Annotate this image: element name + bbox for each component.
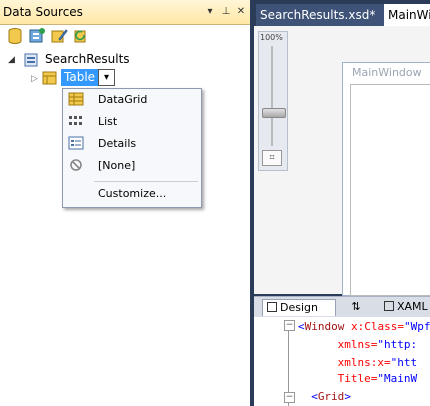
xaml-token: Window <box>304 320 345 333</box>
zoom-thumb[interactable] <box>262 108 286 118</box>
xaml-token: "htt <box>390 356 418 369</box>
design-icon <box>267 302 277 312</box>
zoom-track[interactable] <box>271 46 273 146</box>
xaml-tab-label: XAML <box>397 300 428 313</box>
collapse-icon[interactable]: − <box>284 320 295 331</box>
swap-panes-button[interactable]: ⇅ <box>346 299 366 315</box>
database-icon[interactable] <box>6 27 24 45</box>
design-tab-label: Design <box>280 301 318 314</box>
menu-item-none[interactable]: [None] <box>64 155 198 176</box>
window-content-area[interactable] <box>350 84 430 296</box>
xaml-token: x:Class= <box>344 320 404 333</box>
datagrid-icon <box>68 92 84 106</box>
expanded-icon[interactable]: ◢ <box>8 55 15 65</box>
menu-label: Customize... <box>98 187 167 200</box>
xaml-icon <box>384 301 394 311</box>
details-icon <box>68 136 84 150</box>
xaml-token: xmlns= <box>337 338 378 351</box>
edit-dataset-icon[interactable] <box>50 27 68 45</box>
xaml-line: xmlns="http: <box>338 338 418 351</box>
tree-item-searchresults[interactable]: SearchResults <box>45 52 130 66</box>
fit-to-window-icon[interactable]: ⌗ <box>262 150 282 166</box>
xaml-line: Title="MainW <box>338 372 418 385</box>
list-icon <box>69 116 82 125</box>
xaml-token: Title= <box>337 372 378 385</box>
menu-label: DataGrid <box>98 93 148 106</box>
xaml-token: < <box>298 320 305 333</box>
tab-mainwindow[interactable]: MainWi <box>384 4 430 26</box>
collapse-icon[interactable]: − <box>284 392 295 403</box>
menu-separator <box>94 181 198 182</box>
panel-dropdown-button[interactable]: ▾ <box>204 6 216 18</box>
tab-xaml[interactable]: XAML <box>384 299 430 315</box>
xaml-token: < <box>311 390 318 403</box>
window-preview-title: MainWindow <box>352 66 422 79</box>
dataset-icon <box>24 53 38 67</box>
xaml-token: "http: <box>377 338 418 351</box>
tree-item-table[interactable]: Table <box>61 69 99 86</box>
xaml-token: "Wpf <box>403 320 430 333</box>
none-icon <box>70 159 82 171</box>
xaml-token: Grid <box>317 390 345 403</box>
xaml-token: > <box>344 390 351 403</box>
xaml-token: xmlns:x= <box>337 356 391 369</box>
tab-design[interactable]: Design <box>262 299 336 316</box>
menu-item-datagrid[interactable]: DataGrid <box>64 89 198 110</box>
menu-item-list[interactable]: List <box>64 111 198 132</box>
add-datasource-icon[interactable] <box>28 27 46 45</box>
menu-item-details[interactable]: Details <box>64 133 198 154</box>
menu-item-customize[interactable]: Customize... <box>64 183 198 204</box>
control-type-dropdown-button[interactable]: ▾ <box>98 69 115 86</box>
menu-label: Details <box>98 137 137 150</box>
tab-searchresults-xsd[interactable]: SearchResults.xsd* <box>256 4 386 26</box>
zoom-level: 100% <box>260 33 283 42</box>
pin-icon[interactable]: ⊥ <box>220 6 232 18</box>
table-icon <box>42 71 57 85</box>
xaml-line: <Window x:Class="Wpf <box>298 320 430 333</box>
xaml-line: <Grid> <box>311 390 351 403</box>
collapsed-icon[interactable]: ▷ <box>31 74 38 84</box>
xaml-line: xmlns:x="htt <box>338 356 417 369</box>
menu-label: [None] <box>98 159 136 172</box>
menu-label: List <box>98 115 118 128</box>
close-icon[interactable]: ✕ <box>235 6 247 18</box>
refresh-icon[interactable] <box>72 27 90 45</box>
panel-title: Data Sources <box>3 5 83 19</box>
xaml-token: "MainW <box>377 372 418 385</box>
